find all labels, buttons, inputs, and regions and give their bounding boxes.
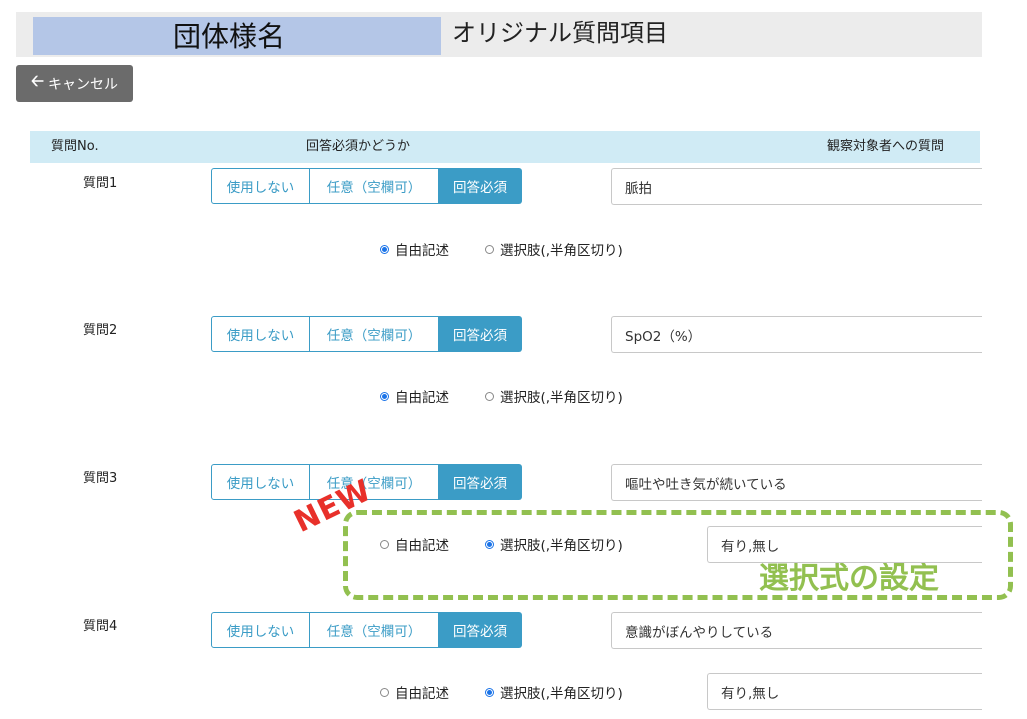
option-required[interactable]: 回答必須 — [439, 464, 522, 500]
radio-label: 自由記述 — [395, 390, 449, 406]
radio-label: 選択肢(,半角区切り) — [500, 243, 623, 259]
column-header-no: 質問No. — [51, 139, 99, 154]
radio-label: 選択肢(,半角区切り) — [500, 686, 623, 702]
question-label: 質問4 — [83, 619, 118, 634]
question-text-input[interactable] — [611, 612, 982, 649]
question-text-input[interactable] — [611, 316, 982, 353]
radio-free-text[interactable]: 自由記述 — [380, 534, 449, 554]
page-title: オリジナル質問項目 — [452, 19, 668, 47]
option-required[interactable]: 回答必須 — [439, 612, 522, 648]
radio-selected-icon — [380, 391, 389, 401]
question-label: 質問3 — [83, 471, 118, 486]
required-mode-selector: 使用しない 任意（空欄可） 回答必須 — [211, 612, 522, 648]
column-header-required: 回答必須かどうか — [306, 139, 411, 154]
radio-selected-icon — [485, 687, 494, 697]
cancel-button-label: キャンセル — [47, 76, 118, 93]
column-header: 質問No. 回答必須かどうか 観察対象者への質問 — [30, 131, 980, 163]
radio-unselected-icon — [485, 391, 494, 401]
option-required[interactable]: 回答必須 — [439, 316, 522, 352]
radio-free-text[interactable]: 自由記述 — [380, 386, 449, 406]
required-mode-selector: 使用しない 任意（空欄可） 回答必須 — [211, 316, 522, 352]
cancel-button[interactable]: 🡠 キャンセル — [16, 65, 133, 102]
radio-choice[interactable]: 選択肢(,半角区切り) — [485, 534, 623, 554]
radio-unselected-icon — [380, 539, 389, 549]
option-optional[interactable]: 任意（空欄可） — [310, 612, 439, 648]
radio-choice[interactable]: 選択肢(,半角区切り) — [485, 239, 623, 259]
option-optional[interactable]: 任意（空欄可） — [310, 316, 439, 352]
radio-selected-icon — [485, 539, 494, 549]
option-unused[interactable]: 使用しない — [211, 168, 310, 204]
option-unused[interactable]: 使用しない — [211, 316, 310, 352]
radio-free-text[interactable]: 自由記述 — [380, 239, 449, 259]
radio-free-text[interactable]: 自由記述 — [380, 682, 449, 702]
option-unused[interactable]: 使用しない — [211, 612, 310, 648]
question-text-input[interactable] — [611, 464, 982, 501]
radio-label: 自由記述 — [395, 243, 449, 259]
question-label: 質問2 — [83, 323, 118, 338]
radio-label: 自由記述 — [395, 538, 449, 554]
column-header-question: 観察対象者への質問 — [827, 139, 945, 154]
radio-unselected-icon — [380, 687, 389, 697]
arrow-left-icon: 🡠 — [31, 71, 44, 90]
callout-label: 選択式の設定 — [759, 561, 939, 596]
choices-input[interactable] — [707, 526, 982, 563]
radio-label: 選択肢(,半角区切り) — [500, 390, 623, 406]
radio-choice[interactable]: 選択肢(,半角区切り) — [485, 682, 623, 702]
radio-choice[interactable]: 選択肢(,半角区切り) — [485, 386, 623, 406]
org-name: 団体様名 — [173, 20, 286, 53]
choices-input[interactable] — [707, 673, 982, 710]
question-label: 質問1 — [83, 176, 118, 191]
option-unused[interactable]: 使用しない — [211, 464, 310, 500]
required-mode-selector: 使用しない 任意（空欄可） 回答必須 — [211, 168, 522, 204]
radio-selected-icon — [380, 244, 389, 254]
radio-label: 選択肢(,半角区切り) — [500, 538, 623, 554]
option-required[interactable]: 回答必須 — [439, 168, 522, 204]
option-optional[interactable]: 任意（空欄可） — [310, 168, 439, 204]
radio-unselected-icon — [485, 244, 494, 254]
radio-label: 自由記述 — [395, 686, 449, 702]
question-text-input[interactable] — [611, 168, 982, 205]
